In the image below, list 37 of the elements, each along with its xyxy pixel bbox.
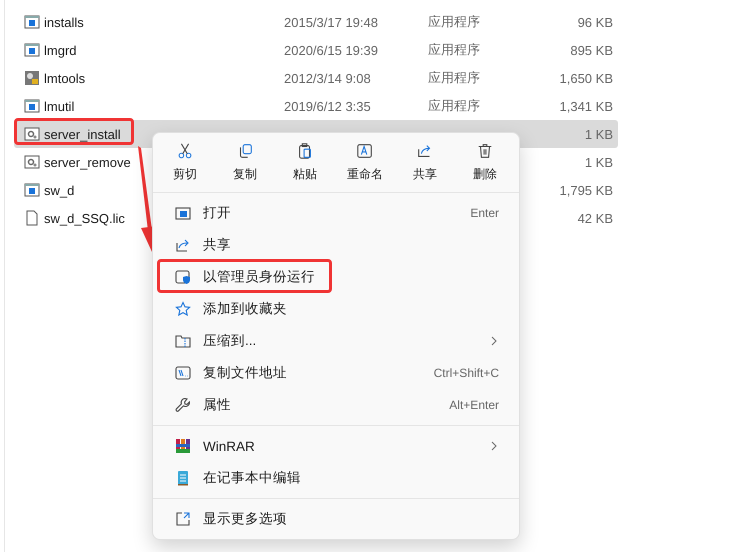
menu-label: 打开: [203, 204, 232, 222]
file-name: lmgrd: [44, 42, 77, 58]
file-size: 1,795 KB: [558, 182, 613, 198]
menu-label: 复制文件地址: [203, 364, 288, 382]
file-size: 42 KB: [576, 210, 613, 226]
menu-label: 显示更多选项: [203, 510, 288, 528]
modified-date: 2015/3/17 19:48: [284, 14, 379, 30]
file-name: lmtools: [44, 70, 86, 86]
menu-label: 添加到收藏夹: [203, 300, 288, 318]
file-size: 1,650 KB: [558, 70, 613, 86]
file-size: 96 KB: [576, 14, 613, 30]
modified-date: 2012/3/14 9:08: [284, 70, 372, 86]
file-type: 应用程序: [428, 13, 481, 31]
modified-date: 2019/6/12 3:35: [284, 98, 372, 114]
file-size: 1 KB: [584, 154, 613, 170]
file-name: installs: [44, 14, 84, 30]
menu-label: 在记事本中编辑: [203, 469, 302, 487]
shortcut-text: Ctrl+Shift+C: [434, 366, 499, 380]
file-type: 应用程序: [428, 69, 481, 87]
file-name: lmutil: [44, 98, 74, 114]
modified-date: 2020/6/15 19:39: [284, 42, 379, 58]
menu-label: WinRAR: [203, 438, 256, 454]
file-name: server_install: [44, 126, 121, 142]
file-size: 895 KB: [569, 42, 613, 58]
file-type: 应用程序: [428, 97, 481, 115]
menu-label: 共享: [203, 236, 232, 254]
shortcut-text: Enter: [470, 206, 499, 220]
file-size: 1,341 KB: [558, 98, 613, 114]
file-name: server_remove: [44, 154, 131, 170]
menu-label: 压缩到...: [203, 332, 258, 350]
shortcut-text: Alt+Enter: [449, 398, 499, 412]
file-name: sw_d: [44, 182, 74, 198]
file-name: sw_d_SSQ.lic: [44, 210, 125, 226]
file-size: 1 KB: [584, 126, 613, 142]
menu-label: 以管理员身份运行: [203, 268, 316, 286]
menu-label: 属性: [203, 396, 232, 414]
file-type: 应用程序: [428, 41, 481, 59]
